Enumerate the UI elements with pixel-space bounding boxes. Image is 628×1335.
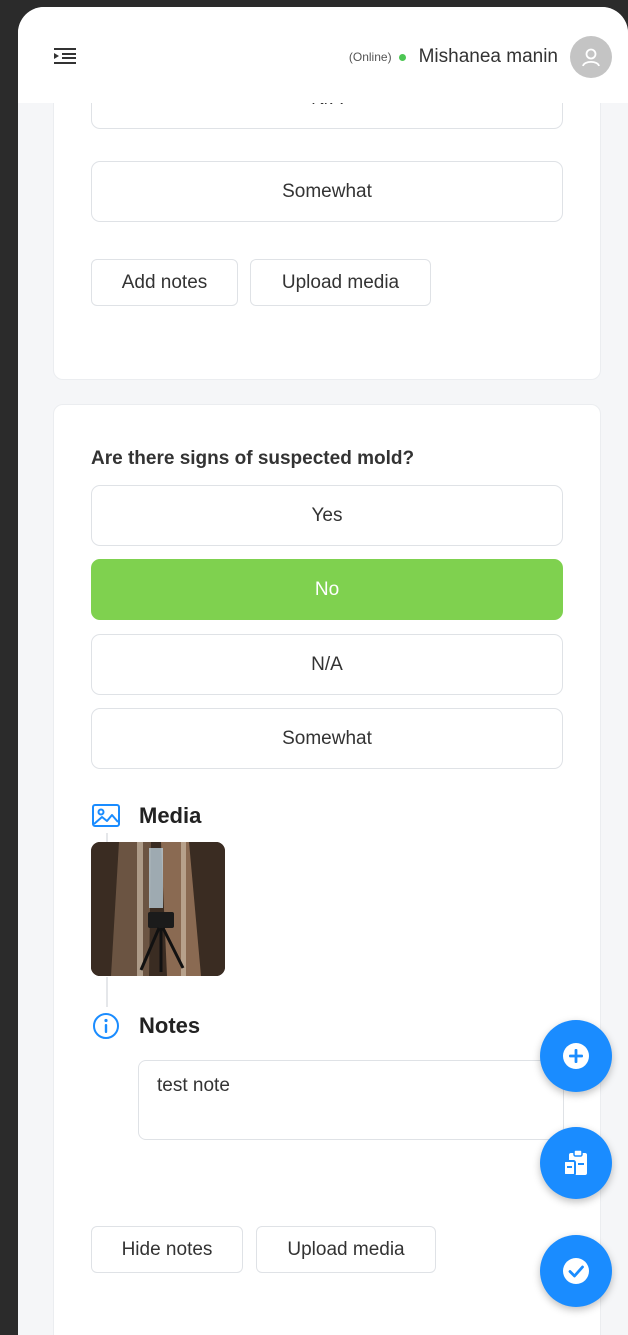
app-header: (Online) Mishanea manin [18, 7, 628, 103]
media-photo [91, 842, 225, 976]
plus-circle-icon [563, 1043, 589, 1069]
info-icon [93, 1013, 119, 1039]
avatar[interactable] [570, 36, 612, 78]
question-text: Are there signs of suspected mold? [91, 448, 415, 469]
option-na[interactable]: N/A [91, 634, 563, 695]
hide-notes-button[interactable]: Hide notes [91, 1226, 243, 1273]
note-textarea[interactable]: test note [138, 1060, 564, 1140]
submit-fab-button[interactable] [540, 1235, 612, 1307]
add-notes-button[interactable]: Add notes [91, 259, 238, 306]
user-status: (Online) Mishanea manin [349, 35, 612, 79]
timeline-connector [106, 977, 108, 1007]
option-somewhat[interactable]: Somewhat [91, 708, 563, 769]
online-status-text: (Online) [348, 50, 392, 64]
upload-media-button[interactable]: Upload media [250, 259, 431, 306]
clipboard-icon [563, 1149, 587, 1176]
notes-section-title: Notes [139, 1013, 201, 1038]
app-frame: N/A Somewhat Add notes Upload media Are … [18, 7, 628, 1335]
option-somewhat[interactable]: Somewhat [91, 161, 563, 222]
user-icon [582, 48, 600, 67]
option-yes[interactable]: Yes [91, 485, 563, 546]
option-no[interactable]: No [91, 559, 563, 620]
online-dot [398, 53, 406, 61]
clipboard-fab-button[interactable] [540, 1127, 612, 1199]
media-thumbnail[interactable] [91, 842, 225, 976]
media-section-title: Media [139, 803, 202, 828]
question-card-mold: Are there signs of suspected mold? Yes N… [53, 404, 601, 1335]
menu-collapse-icon[interactable] [53, 45, 77, 67]
question-card-previous: N/A Somewhat Add notes Upload media [53, 67, 601, 380]
upload-media-button[interactable]: Upload media [256, 1226, 436, 1273]
add-fab-button[interactable] [540, 1020, 612, 1092]
user-name[interactable]: Mishanea manin [419, 46, 558, 68]
check-circle-icon [563, 1258, 589, 1284]
image-icon [92, 804, 120, 827]
